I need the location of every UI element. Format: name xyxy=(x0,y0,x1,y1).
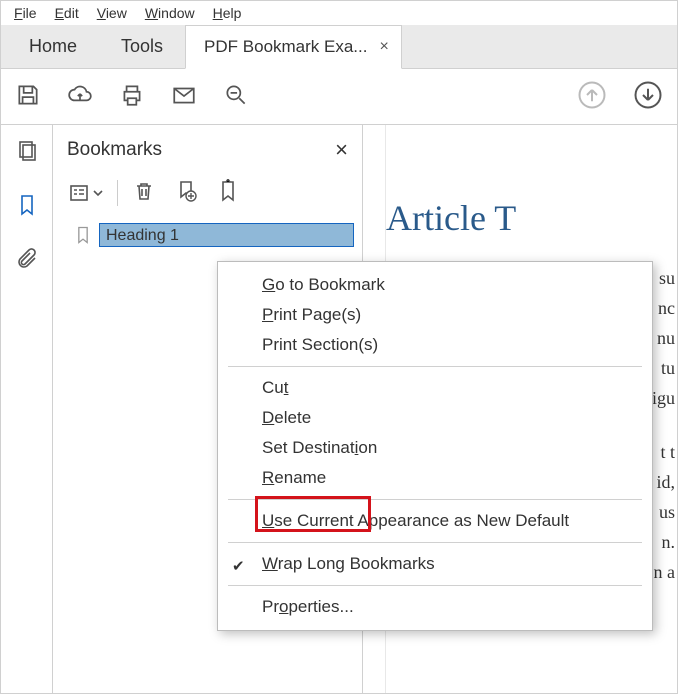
menu-window[interactable]: Window xyxy=(136,4,204,22)
save-icon[interactable] xyxy=(15,82,41,112)
tab-home[interactable]: Home xyxy=(7,24,99,68)
ctx-cut[interactable]: Cut xyxy=(218,373,652,403)
bookmark-item[interactable]: Heading 1 xyxy=(73,221,354,249)
tab-document[interactable]: PDF Bookmark Exa... × xyxy=(185,25,402,69)
bookmark-item-label[interactable]: Heading 1 xyxy=(99,223,354,247)
app-window: File Edit View Window Help Home Tools PD… xyxy=(0,0,678,694)
tab-close-icon[interactable]: × xyxy=(379,38,388,56)
nav-rail xyxy=(1,125,53,693)
tab-document-label: PDF Bookmark Exa... xyxy=(204,37,367,57)
ctx-separator xyxy=(228,366,642,367)
new-bookmark-icon[interactable] xyxy=(174,179,198,207)
scroll-down-icon[interactable] xyxy=(633,80,663,114)
check-icon: ✔ xyxy=(232,557,245,575)
ctx-separator xyxy=(228,542,642,543)
ctx-rename[interactable]: Rename xyxy=(218,463,652,493)
bookmark-glyph-icon xyxy=(73,225,93,245)
tab-strip: Home Tools PDF Bookmark Exa... × xyxy=(1,25,677,69)
scroll-up-icon[interactable] xyxy=(577,80,607,114)
thumbnails-icon[interactable] xyxy=(15,139,39,167)
ctx-properties[interactable]: Properties... xyxy=(218,592,652,622)
panel-toolbar xyxy=(53,173,362,221)
ctx-separator xyxy=(228,585,642,586)
ctx-separator xyxy=(228,499,642,500)
cloud-upload-icon[interactable] xyxy=(67,82,93,112)
menu-view[interactable]: View xyxy=(88,4,136,22)
menubar: File Edit View Window Help xyxy=(1,1,677,25)
mail-icon[interactable] xyxy=(171,82,197,112)
menu-file[interactable]: File xyxy=(5,4,46,22)
options-dropdown[interactable] xyxy=(67,181,103,205)
tab-tools[interactable]: Tools xyxy=(99,24,185,68)
toolbar xyxy=(1,69,677,125)
ctx-use-current-appearance[interactable]: Use Current Appearance as New Default xyxy=(218,506,652,536)
ctx-print-pages[interactable]: Print Page(s) xyxy=(218,300,652,330)
delete-bookmark-icon[interactable] xyxy=(132,179,156,207)
expand-bookmark-icon[interactable] xyxy=(216,179,240,207)
attachments-icon[interactable] xyxy=(15,247,39,275)
print-icon[interactable] xyxy=(119,82,145,112)
zoom-icon[interactable] xyxy=(223,82,249,112)
bookmarks-list: Heading 1 xyxy=(53,221,362,249)
separator xyxy=(117,180,118,206)
menu-edit[interactable]: Edit xyxy=(46,4,88,22)
ctx-print-sections[interactable]: Print Section(s) xyxy=(218,330,652,360)
context-menu: Go to Bookmark Print Page(s) Print Secti… xyxy=(217,261,653,631)
ctx-go-to-bookmark[interactable]: Go to Bookmark xyxy=(218,270,652,300)
ctx-wrap-long-bookmarks[interactable]: ✔ Wrap Long Bookmarks xyxy=(218,549,652,579)
panel-title: Bookmarks xyxy=(67,139,162,161)
panel-close-icon[interactable]: × xyxy=(335,137,348,163)
bookmarks-icon[interactable] xyxy=(15,193,39,221)
menu-help[interactable]: Help xyxy=(204,4,251,22)
document-heading: Article T xyxy=(386,197,675,239)
ctx-set-destination[interactable]: Set Destination xyxy=(218,433,652,463)
ctx-delete[interactable]: Delete xyxy=(218,403,652,433)
